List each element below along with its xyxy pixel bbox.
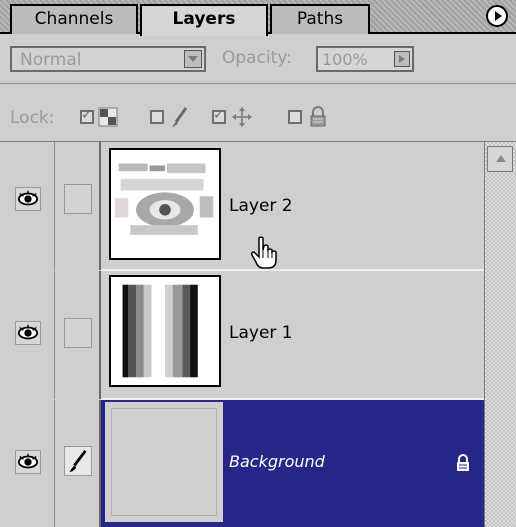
lock-icon [457,454,469,471]
lock-icon [310,106,326,127]
lock-label: Lock: [10,108,55,128]
palette-menu-icon[interactable] [486,5,508,27]
layer-link-toggle[interactable] [64,318,92,348]
transparency-checker-icon [98,107,118,127]
lock-all-checkbox[interactable] [288,110,302,124]
brush-icon[interactable] [64,446,92,476]
palette-tab-strip: Channels Layers Paths [0,0,516,36]
link-column [55,400,101,527]
layer-content: Layer 1 [101,271,484,399]
blend-options-row: Normal Opacity: 100% [0,34,516,84]
layer-link-toggle[interactable] [64,184,92,214]
layer-name[interactable]: Layer 1 [229,323,293,343]
layer-name[interactable]: Layer 2 [229,196,293,216]
layer-name[interactable]: Background [229,452,325,471]
chevron-down-icon[interactable] [184,50,202,68]
lock-transparency-checkbox[interactable] [80,107,94,124]
layer-list: Layer 2 Layer 1 Background [0,142,484,527]
link-column [55,142,101,270]
opacity-value: 100% [322,50,368,69]
layer-content: Background [101,400,484,527]
opacity-slider-arrow-icon[interactable] [394,51,410,67]
visibility-column [0,400,55,527]
layers-palette: Channels Layers Paths Normal Opacity: 10… [0,0,516,527]
layer-row-selected[interactable]: Background [0,400,484,527]
eye-icon[interactable] [15,187,41,211]
eye-icon[interactable] [15,321,41,345]
tab-layers[interactable]: Layers [140,4,268,36]
layer-content: Layer 2 [101,142,484,270]
visibility-column [0,271,55,399]
hand-cursor-icon [251,236,277,269]
scroll-up-icon[interactable] [487,146,513,172]
opacity-label: Opacity: [222,48,292,68]
tab-paths[interactable]: Paths [270,4,370,34]
layer-thumbnail [109,148,221,260]
brush-icon [172,107,188,127]
tab-channels[interactable]: Channels [10,4,138,34]
blend-mode-value: Normal [20,50,82,70]
eye-icon[interactable] [15,450,41,474]
link-column [55,271,101,399]
layer-row[interactable]: Layer 1 [0,271,484,399]
layer-thumbnail [105,402,223,522]
move-arrows-icon [232,107,252,127]
layer-list-scrollbar[interactable] [484,142,516,527]
visibility-column [0,142,55,270]
lock-options-row: Lock: [0,84,516,142]
layer-row[interactable]: Layer 2 [0,142,484,270]
layer-thumbnail [109,275,221,387]
lock-image-checkbox[interactable] [150,110,164,124]
opacity-field[interactable]: 100% [316,46,414,72]
blend-mode-select[interactable]: Normal [10,46,206,72]
lock-position-checkbox[interactable] [212,107,226,124]
